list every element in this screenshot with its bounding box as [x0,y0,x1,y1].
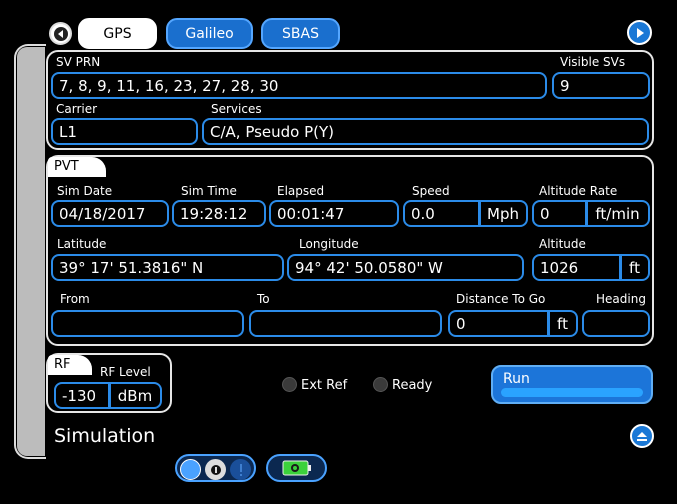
altitude-field[interactable]: 1026 [532,254,622,281]
rf-level-field[interactable]: -130 [54,382,111,409]
chevron-left-icon [53,26,68,41]
forward-button[interactable] [627,20,652,45]
ext-ref-label: Ext Ref [301,378,348,393]
sim-date-label: Sim Date [57,184,113,198]
visible-svs-label: Visible SVs [560,55,626,69]
latitude-field[interactable]: 39° 17' 51.3816" N [51,254,284,281]
distance-to-go-label: Distance To Go [456,292,546,306]
ready-label: Ready [392,378,433,393]
battery-icon [282,460,311,476]
battery-status[interactable] [266,454,327,482]
carrier-field[interactable]: L1 [51,118,198,145]
toggle-active-dot [180,459,201,480]
sim-time-label: Sim Time [181,184,237,198]
run-progress-bar [501,388,643,397]
from-label: From [60,292,90,306]
back-button[interactable] [49,22,72,45]
altitude-rate-unit[interactable]: ft/min [585,200,650,227]
sv-prn-field[interactable]: 7, 8, 9, 11, 16, 23, 27, 28, 30 [51,72,547,99]
heading-label: Heading [596,292,646,306]
altitude-unit[interactable]: ft [619,254,650,281]
sim-time-field[interactable]: 19:28:12 [172,200,266,227]
distance-to-go-unit[interactable]: ft [547,310,578,337]
rf-tab: RF [48,355,92,375]
tab-gps[interactable]: GPS [78,18,157,49]
latitude-label: Latitude [57,237,107,251]
altitude-rate-field[interactable]: 0 [532,200,588,227]
to-label: To [257,292,270,306]
tab-sbas[interactable]: SBAS [261,18,340,49]
run-button[interactable]: Run [491,365,653,404]
chevron-right-icon [636,27,644,38]
services-label: Services [211,102,262,116]
from-field[interactable] [51,310,244,337]
to-field[interactable] [249,310,442,337]
longitude-field[interactable]: 94° 42' 50.0580" W [287,254,524,281]
run-button-label: Run [503,371,530,387]
eject-icon [637,432,647,441]
speed-label: Speed [412,184,450,198]
speed-unit[interactable]: Mph [478,200,528,227]
services-field[interactable]: C/A, Pseudo P(Y) [202,118,649,145]
visible-svs-field[interactable]: 9 [552,72,650,99]
toggle-group[interactable] [175,454,256,482]
pvt-tab: PVT [48,157,106,177]
scroll-up-button[interactable] [630,424,654,448]
elapsed-label: Elapsed [277,184,325,198]
altitude-rate-label: Altitude Rate [539,184,618,198]
rf-level-label: RF Level [100,365,151,379]
rf-level-unit[interactable]: dBm [108,382,162,409]
altitude-label: Altitude [539,237,586,251]
longitude-label: Longitude [299,237,359,251]
speed-field[interactable]: 0.0 [403,200,481,227]
lock-icon [205,459,226,480]
screen-title: Simulation [54,425,156,447]
sv-prn-label: SV PRN [56,55,101,69]
tab-galileo[interactable]: Galileo [166,18,253,49]
sim-date-field[interactable]: 04/18/2017 [51,200,169,227]
alert-icon [230,459,251,480]
distance-to-go-field[interactable]: 0 [448,310,550,337]
side-scroll-bar[interactable] [17,47,45,456]
elapsed-field[interactable]: 00:01:47 [269,200,399,227]
ready-led [373,377,388,392]
carrier-label: Carrier [56,102,98,116]
heading-field[interactable] [582,310,650,337]
ext-ref-led [282,377,297,392]
